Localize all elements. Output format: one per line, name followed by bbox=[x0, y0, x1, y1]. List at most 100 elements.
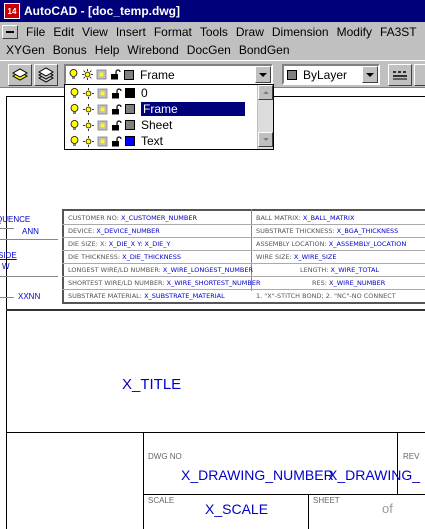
info-right-cell: ASSEMBLY LOCATION: X_ASSEMBLY_LOCATION bbox=[256, 240, 406, 248]
viewport-freeze-icon bbox=[97, 104, 108, 114]
layer-option-label: Text bbox=[141, 134, 164, 148]
color-value: ByLayer bbox=[303, 67, 348, 82]
window-title: AutoCAD - [doc_temp.dwg] bbox=[24, 4, 180, 18]
layer-color-swatch bbox=[124, 69, 134, 80]
menu-bondgen[interactable]: BondGen bbox=[235, 43, 294, 57]
info-label: BALL MATRIX: bbox=[256, 214, 301, 222]
viewport-freeze-icon bbox=[97, 120, 108, 130]
info-left-cell: DEVICE: X_DEVICE_NUMBER bbox=[68, 227, 160, 235]
info-value: X_BGA_THICKNESS bbox=[336, 227, 399, 235]
unlocked-icon bbox=[112, 135, 122, 146]
layer-option-label: 0 bbox=[141, 86, 148, 100]
layer-option-0[interactable]: 0 bbox=[65, 85, 257, 101]
info-value: X_CUSTOMER_NUMBER bbox=[120, 214, 197, 222]
menu-file[interactable]: File bbox=[22, 25, 49, 39]
scroll-track[interactable] bbox=[258, 100, 273, 132]
menu-draw[interactable]: Draw bbox=[232, 25, 268, 39]
sheet-label: SHEET bbox=[313, 496, 340, 505]
linetype-button[interactable] bbox=[388, 64, 412, 86]
menu-dimension[interactable]: Dimension bbox=[268, 25, 333, 39]
left-label-xxnn: XXNN bbox=[18, 292, 41, 301]
menu-bar: File Edit View Insert Format Tools Draw … bbox=[0, 22, 425, 60]
sun-thawed-icon bbox=[83, 135, 94, 147]
info-right-cell: 1. "X"-STITCH BOND; 2. "NC"-NO CONNECT bbox=[256, 292, 396, 300]
menu-row-2: XYGen Bonus Help Wirebond DocGen BondGen bbox=[2, 41, 423, 59]
scroll-up-arrow-icon[interactable] bbox=[258, 85, 273, 100]
info-row-line-6 bbox=[62, 289, 425, 290]
menu-wirebond[interactable]: Wirebond bbox=[123, 43, 182, 57]
drawing-number: X_DRAWING_NUMBER bbox=[181, 467, 334, 483]
rev-label: REV bbox=[403, 452, 420, 461]
title-block-vertical-1 bbox=[143, 432, 144, 529]
toolbar-overflow[interactable] bbox=[414, 64, 425, 86]
info-value: X_ASSEMBLY_LOCATION bbox=[328, 240, 407, 248]
dropdown-scrollbar[interactable] bbox=[257, 85, 273, 149]
lightbulb-on-icon bbox=[70, 119, 79, 130]
color-control-combo[interactable]: ByLayer bbox=[282, 64, 380, 85]
info-label: DIE SIZE: X: bbox=[68, 240, 107, 248]
unlocked-icon bbox=[112, 119, 122, 130]
scroll-down-arrow-icon[interactable] bbox=[258, 132, 273, 147]
drawing-canvas[interactable]: QUENCE ANN SIDE W XXNN CUSTOMER NO: X_CU… bbox=[0, 88, 425, 529]
autocad-app-icon[interactable]: 14 bbox=[4, 3, 20, 19]
info-label: CUSTOMER NO: bbox=[68, 214, 119, 222]
info-label: DEVICE: bbox=[68, 227, 95, 235]
info-row-line-3 bbox=[62, 250, 425, 251]
lightbulb-on-icon bbox=[70, 135, 79, 146]
title-block-divider-2 bbox=[143, 494, 425, 495]
layer-option-sheet[interactable]: Sheet bbox=[65, 117, 257, 133]
info-row-line-2 bbox=[62, 237, 425, 238]
menu-insert[interactable]: Insert bbox=[112, 25, 150, 39]
menu-tools[interactable]: Tools bbox=[196, 25, 232, 39]
current-layer-name: Frame bbox=[140, 67, 175, 82]
menu-bonus[interactable]: Bonus bbox=[49, 43, 91, 57]
color-combo-arrow-icon[interactable] bbox=[362, 66, 378, 83]
unlocked-icon bbox=[112, 103, 122, 114]
info-right-cell: WIRE SIZE: X_WIRE_SIZE bbox=[256, 253, 336, 261]
left-label-w: W bbox=[2, 262, 10, 271]
sun-thawed-icon bbox=[82, 69, 93, 80]
menu-edit[interactable]: Edit bbox=[49, 25, 78, 39]
info-label: LONGEST WIRE/LD NUMBER: bbox=[68, 266, 161, 274]
sheet-of-text: of bbox=[382, 501, 393, 516]
layers-icon bbox=[37, 67, 55, 83]
menu-fa3st[interactable]: FA3ST bbox=[376, 25, 421, 39]
layer-option-label: Sheet bbox=[141, 118, 173, 132]
scale-label: SCALE bbox=[148, 496, 175, 505]
layer-option-text[interactable]: Text bbox=[65, 133, 257, 149]
title-bar: 14 AutoCAD - [doc_temp.dwg] bbox=[0, 0, 425, 22]
menu-docgen[interactable]: DocGen bbox=[183, 43, 235, 57]
title-block-vertical-rev bbox=[397, 432, 398, 494]
info-left-cell: DIE SIZE: X: X_DIE_X Y: X_DIE_Y bbox=[68, 240, 171, 248]
menu-xygen[interactable]: XYGen bbox=[2, 43, 49, 57]
menu-help[interactable]: Help bbox=[91, 43, 124, 57]
left-label-side: SIDE bbox=[0, 251, 17, 260]
info-right-cell: RES: X_WIRE_NUMBER bbox=[312, 279, 385, 287]
layers-button[interactable] bbox=[34, 64, 58, 86]
info-row-line-4 bbox=[62, 263, 425, 264]
layer-color-swatch bbox=[125, 104, 135, 114]
linetype-icon bbox=[393, 71, 407, 80]
info-left-cell: LONGEST WIRE/LD NUMBER: X_WIRE_LONGEST_N… bbox=[68, 266, 253, 274]
viewport-freeze-icon bbox=[97, 136, 108, 146]
left-label-ann: ANN bbox=[22, 227, 39, 236]
layer-dropdown-list[interactable]: 0 Frame Sheet Text bbox=[64, 84, 274, 150]
menu-format[interactable]: Format bbox=[150, 25, 196, 39]
frame-left-line bbox=[6, 96, 7, 529]
menu-view[interactable]: View bbox=[78, 25, 112, 39]
layer-option-frame[interactable]: Frame bbox=[65, 101, 257, 117]
lightbulb-on-icon bbox=[70, 87, 79, 98]
sun-thawed-icon bbox=[83, 119, 94, 131]
menu-modify[interactable]: Modify bbox=[333, 25, 376, 39]
info-value: X_WIRE_LONGEST_NUMBER bbox=[162, 266, 253, 274]
info-label: RES: bbox=[312, 279, 327, 287]
layer-combo-arrow-icon[interactable] bbox=[255, 66, 271, 83]
dwg-no-label: DWG NO bbox=[148, 452, 182, 461]
layer-control-combo[interactable]: Frame bbox=[64, 64, 273, 85]
info-label: DIE THICKNESS: bbox=[68, 253, 121, 261]
document-system-menu-icon[interactable] bbox=[2, 25, 18, 39]
menu-row-1: File Edit View Insert Format Tools Draw … bbox=[2, 23, 423, 41]
title-block-divider-1 bbox=[6, 432, 425, 433]
layer-color-swatch bbox=[125, 88, 135, 98]
make-object-layer-current-button[interactable] bbox=[8, 64, 32, 86]
